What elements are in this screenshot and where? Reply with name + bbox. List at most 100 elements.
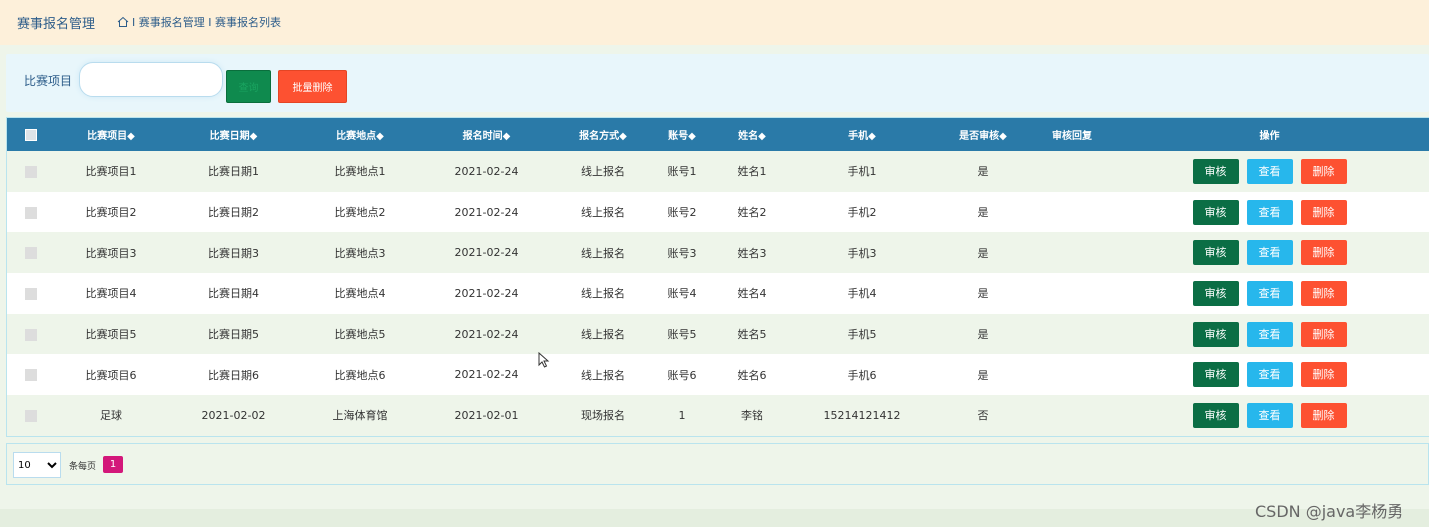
table-cell: 手机5	[847, 328, 877, 342]
table-cell: 账号6	[667, 368, 697, 382]
row-select-cell	[7, 192, 55, 233]
table-cell: 姓名3	[737, 246, 767, 260]
actions-cell: 审核 查看 删除	[1109, 354, 1429, 395]
row-select-cell	[7, 395, 55, 436]
page-title: 赛事报名管理	[17, 17, 96, 32]
audit-button[interactable]: 审核	[1192, 402, 1239, 428]
table-cell: 比赛地点1	[334, 165, 386, 179]
table-cell: 比赛日期5	[208, 328, 259, 342]
row-checkbox[interactable]	[25, 369, 37, 382]
delete-button[interactable]: 删除	[1300, 321, 1347, 347]
view-button[interactable]: 查看	[1246, 199, 1293, 225]
table-cell: 比赛项目3	[85, 246, 137, 260]
table-cell: 上海体育馆	[332, 409, 388, 423]
actions-cell: 审核 查看 删除	[1109, 151, 1429, 192]
page-button-current[interactable]: 1	[103, 456, 123, 473]
table-cell: 姓名4	[737, 287, 767, 301]
audit-button[interactable]: 审核	[1192, 280, 1239, 306]
table-cell: 线上报名	[581, 328, 625, 342]
table-cell: 比赛项目2	[85, 206, 137, 220]
table-row: 足球 2021-02-02 上海体育馆 2021-02-01 现场报名 1 李铭 152141…	[7, 395, 1429, 436]
actions-cell: 审核 查看 删除	[1109, 273, 1429, 314]
table-cell: 账号1	[667, 165, 697, 179]
table-row: 比赛项目3 比赛日期3 比赛地点3 2021-02-24 线上报名 账号3 姓名3 手机3 是 审…	[7, 232, 1429, 274]
row-checkbox[interactable]	[25, 409, 37, 422]
column-header[interactable]: 是否审核◆	[931, 118, 1035, 151]
row-select-cell	[7, 273, 55, 314]
table-row: 比赛项目5 比赛日期5 比赛地点5 2021-02-24 线上报名 账号5 姓名5 手机5 是 审…	[7, 313, 1429, 355]
actions-cell: 审核 查看 删除	[1109, 395, 1429, 436]
table-cell: 2021-02-24	[454, 164, 519, 178]
audit-button[interactable]: 审核	[1192, 321, 1239, 347]
column-header[interactable]: 账号◆	[653, 118, 711, 151]
table-cell: 比赛日期2	[208, 206, 259, 220]
registration-table: 比赛项目◆ 比赛日期◆ 比赛地点◆ 报名时间◆ 报名方式◆ 账号◆ 姓名◆ 手机…	[6, 117, 1429, 437]
table-cell	[1035, 314, 1109, 355]
select-all-checkbox[interactable]	[25, 128, 37, 141]
page-size-select[interactable]: 10	[13, 452, 61, 478]
table-cell: 账号4	[667, 287, 697, 301]
view-button[interactable]: 查看	[1246, 362, 1293, 388]
delete-button[interactable]: 删除	[1300, 158, 1347, 184]
audit-button[interactable]: 审核	[1192, 158, 1239, 184]
column-header[interactable]: 比赛地点◆	[300, 118, 420, 151]
table-cell: 比赛地点3	[334, 246, 386, 260]
table-cell: 2021-02-24	[454, 286, 519, 300]
column-header[interactable]: 比赛日期◆	[167, 118, 300, 151]
search-input[interactable]	[79, 62, 223, 97]
table-row: 比赛项目6 比赛日期6 比赛地点6 2021-02-24 线上报名 账号6 姓名6 手机6 是 审…	[7, 354, 1429, 396]
table-cell: 姓名6	[737, 368, 767, 382]
delete-button[interactable]: 删除	[1300, 199, 1347, 225]
view-button[interactable]: 查看	[1246, 321, 1293, 347]
row-checkbox[interactable]	[25, 287, 37, 300]
row-select-cell	[7, 314, 55, 355]
mouse-cursor-icon	[538, 352, 550, 368]
actions-cell: 审核 查看 删除	[1109, 232, 1429, 273]
column-header[interactable]: 比赛项目◆	[55, 118, 167, 151]
table-cell: 是	[977, 206, 989, 220]
row-checkbox[interactable]	[25, 165, 37, 178]
top-bar: 赛事报名管理 I 赛事报名管理 I 赛事报名列表	[0, 0, 1429, 45]
delete-button[interactable]: 删除	[1300, 240, 1347, 266]
row-checkbox[interactable]	[25, 328, 37, 341]
table-cell: 2021-02-02	[201, 408, 266, 422]
view-button[interactable]: 查看	[1246, 158, 1293, 184]
row-checkbox[interactable]	[25, 206, 37, 219]
table-cell: 账号5	[667, 328, 697, 342]
breadcrumb-text: I 赛事报名管理 I 赛事报名列表	[132, 16, 281, 29]
table-cell: 是	[977, 246, 989, 260]
column-header[interactable]: 姓名◆	[711, 118, 793, 151]
audit-button[interactable]: 审核	[1192, 240, 1239, 266]
column-header[interactable]: 手机◆	[793, 118, 931, 151]
delete-button[interactable]: 删除	[1300, 362, 1347, 388]
table-cell: 账号3	[667, 246, 697, 260]
table-row: 比赛项目2 比赛日期2 比赛地点2 2021-02-24 线上报名 账号2 姓名2 手机2 是 审…	[7, 191, 1429, 233]
table-cell: 比赛地点6	[334, 368, 386, 382]
column-header[interactable]: 报名时间◆	[420, 118, 553, 151]
delete-button[interactable]: 删除	[1300, 280, 1347, 306]
table-cell: 线上报名	[581, 368, 625, 382]
view-button[interactable]: 查看	[1246, 280, 1293, 306]
batch-delete-button[interactable]: 批量删除	[278, 70, 347, 103]
audit-button[interactable]: 审核	[1192, 362, 1239, 388]
view-button[interactable]: 查看	[1246, 240, 1293, 266]
table-cell: 线上报名	[581, 206, 625, 220]
column-header[interactable]: 报名方式◆	[553, 118, 653, 151]
table-cell: 比赛项目6	[85, 368, 137, 382]
actions-cell: 审核 查看 删除	[1109, 192, 1429, 233]
audit-button[interactable]: 审核	[1192, 199, 1239, 225]
table-cell: 2021-02-24	[454, 205, 519, 219]
table-cell: 比赛日期4	[208, 287, 259, 301]
home-icon[interactable]	[117, 16, 129, 28]
table-cell: 比赛项目1	[85, 165, 137, 179]
table-row: 比赛项目4 比赛日期4 比赛地点4 2021-02-24 线上报名 账号4 姓名4 手机4 是 审…	[7, 273, 1429, 314]
view-button[interactable]: 查看	[1246, 402, 1293, 428]
table-cell: 2021-02-24	[454, 368, 519, 382]
row-checkbox[interactable]	[25, 247, 37, 260]
table-cell	[1035, 354, 1109, 395]
search-button[interactable]: 查询	[226, 70, 271, 103]
table-cell: 现场报名	[581, 409, 625, 423]
delete-button[interactable]: 删除	[1300, 402, 1347, 428]
table-cell	[1035, 192, 1109, 233]
table-cell: 是	[977, 368, 989, 382]
